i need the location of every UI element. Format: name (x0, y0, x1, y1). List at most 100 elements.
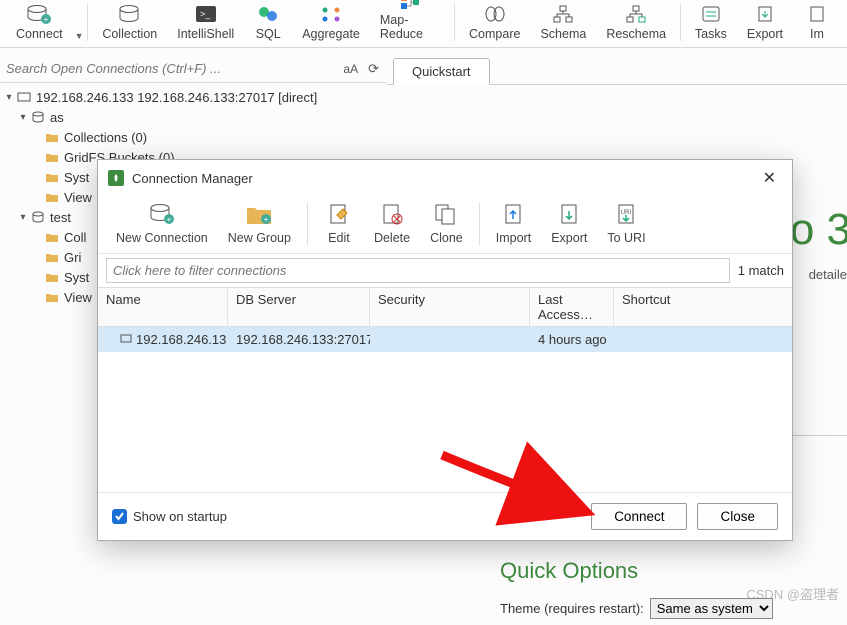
main-ribbon: + Connect ▼ Collection >_ IntelliShell S… (0, 0, 847, 48)
tasks-button[interactable]: Tasks (685, 0, 737, 41)
connection-row[interactable]: 192.168.246.13 192.168.246.133:27017 4 h… (98, 327, 792, 352)
search-row: aA ⟳ (0, 55, 387, 83)
separator (680, 3, 681, 41)
col-shortcut[interactable]: Shortcut (614, 288, 792, 326)
edit-button[interactable]: Edit (314, 200, 364, 245)
collection-icon (116, 3, 144, 25)
folder-icon (44, 150, 60, 164)
folder-icon (44, 170, 60, 184)
compare-button[interactable]: Compare (459, 0, 530, 41)
tasks-icon (697, 3, 725, 25)
quick-options-heading: Quick Options (500, 558, 773, 584)
new-group-icon: + (244, 200, 274, 228)
intellishell-button[interactable]: >_ IntelliShell (167, 0, 244, 41)
col-security[interactable]: Security (370, 288, 530, 326)
to-uri-button[interactable]: URITo URI (597, 200, 655, 245)
dialog-titlebar: Connection Manager ✕ (98, 160, 792, 196)
edit-icon (324, 200, 354, 228)
tab-bar: Quickstart (387, 55, 847, 85)
intellishell-label: IntelliShell (177, 27, 234, 41)
theme-select[interactable]: Same as system (650, 598, 773, 619)
new-group-button[interactable]: +New Group (218, 200, 301, 245)
dialog-title: Connection Manager (132, 171, 253, 186)
connect-dialog-button[interactable]: Connect (591, 503, 687, 530)
delete-icon (377, 200, 407, 228)
compare-icon (481, 3, 509, 25)
dialog-toolbar: +New Connection +New Group Edit Delete C… (98, 196, 792, 254)
show-on-startup-checkbox[interactable]: Show on startup (112, 509, 227, 524)
sql-button[interactable]: SQL (244, 0, 292, 41)
separator (307, 203, 308, 245)
connect-button[interactable]: + Connect (6, 0, 73, 41)
filter-input[interactable] (106, 258, 730, 283)
export-tool-button[interactable]: Export (541, 200, 597, 245)
delete-button[interactable]: Delete (364, 200, 420, 245)
close-icon[interactable]: ✕ (757, 166, 782, 190)
folder-icon (44, 250, 60, 264)
server-icon (120, 332, 132, 347)
tree-connection[interactable]: ▾192.168.246.133 192.168.246.133:27017 [… (2, 87, 385, 107)
clone-icon (431, 200, 461, 228)
tab-quickstart[interactable]: Quickstart (393, 58, 490, 85)
case-toggle[interactable]: aA (337, 62, 364, 76)
import-button[interactable]: Import (486, 200, 541, 245)
import-icon (498, 200, 528, 228)
compare-label: Compare (469, 27, 520, 41)
mapreduce-label: Map-Reduce (380, 13, 440, 41)
tree-db-as[interactable]: ▾as (2, 107, 385, 127)
folder-icon (44, 290, 60, 304)
col-dbserver[interactable]: DB Server (228, 288, 370, 326)
reschema-icon (622, 3, 650, 25)
app-icon (108, 170, 124, 186)
connect-dropdown-icon[interactable]: ▼ (75, 31, 84, 41)
mapreduce-button[interactable]: Map-Reduce (370, 0, 450, 41)
separator (454, 3, 455, 41)
folder-icon (44, 190, 60, 204)
new-connection-button[interactable]: +New Connection (106, 200, 218, 245)
connection-manager-dialog: Connection Manager ✕ +New Connection +Ne… (97, 159, 793, 541)
grid-body: 192.168.246.13 192.168.246.133:27017 4 h… (98, 327, 792, 492)
search-input[interactable] (4, 57, 337, 80)
sql-label: SQL (256, 27, 281, 41)
folder-icon (44, 230, 60, 244)
connect-label: Connect (16, 27, 63, 41)
export-icon (554, 200, 584, 228)
export-button[interactable]: Export (737, 0, 793, 41)
col-name[interactable]: Name (98, 288, 228, 326)
match-count: 1 match (738, 263, 784, 278)
checkbox-icon (112, 509, 127, 524)
svg-text:+: + (44, 15, 49, 24)
quick-options: Quick Options Theme (requires restart): … (500, 558, 773, 619)
folder-icon (44, 270, 60, 284)
svg-text:+: + (264, 215, 269, 224)
theme-label: Theme (requires restart): (500, 601, 644, 616)
new-connection-icon: + (147, 200, 177, 228)
clone-button[interactable]: Clone (420, 200, 473, 245)
export-label: Export (747, 27, 783, 41)
collection-button[interactable]: Collection (92, 0, 167, 41)
import-label: Im (810, 27, 824, 41)
close-dialog-button[interactable]: Close (697, 503, 778, 530)
aggregate-button[interactable]: Aggregate (292, 0, 370, 41)
filter-row: 1 match (98, 254, 792, 287)
grid-header: Name DB Server Security Last Access… Sho… (98, 287, 792, 327)
database-icon (30, 110, 46, 124)
export-icon (751, 3, 779, 25)
folder-icon (44, 130, 60, 144)
content-pane: Quickstart io 3 detaile (387, 55, 847, 85)
tree-collections[interactable]: Collections (0) (2, 127, 385, 147)
aggregate-label: Aggregate (302, 27, 360, 41)
refresh-icon[interactable]: ⟳ (364, 61, 383, 77)
intellishell-icon: >_ (192, 3, 220, 25)
connect-icon: + (25, 3, 53, 25)
to-uri-icon: URI (611, 200, 641, 228)
collection-label: Collection (102, 27, 157, 41)
reschema-button[interactable]: Reschema (596, 0, 676, 41)
import-icon (803, 3, 831, 25)
database-icon (30, 210, 46, 224)
col-lastaccess[interactable]: Last Access… (530, 288, 614, 326)
import-button[interactable]: Im (793, 0, 841, 41)
separator (87, 3, 88, 41)
schema-button[interactable]: Schema (530, 0, 596, 41)
reschema-label: Reschema (606, 27, 666, 41)
